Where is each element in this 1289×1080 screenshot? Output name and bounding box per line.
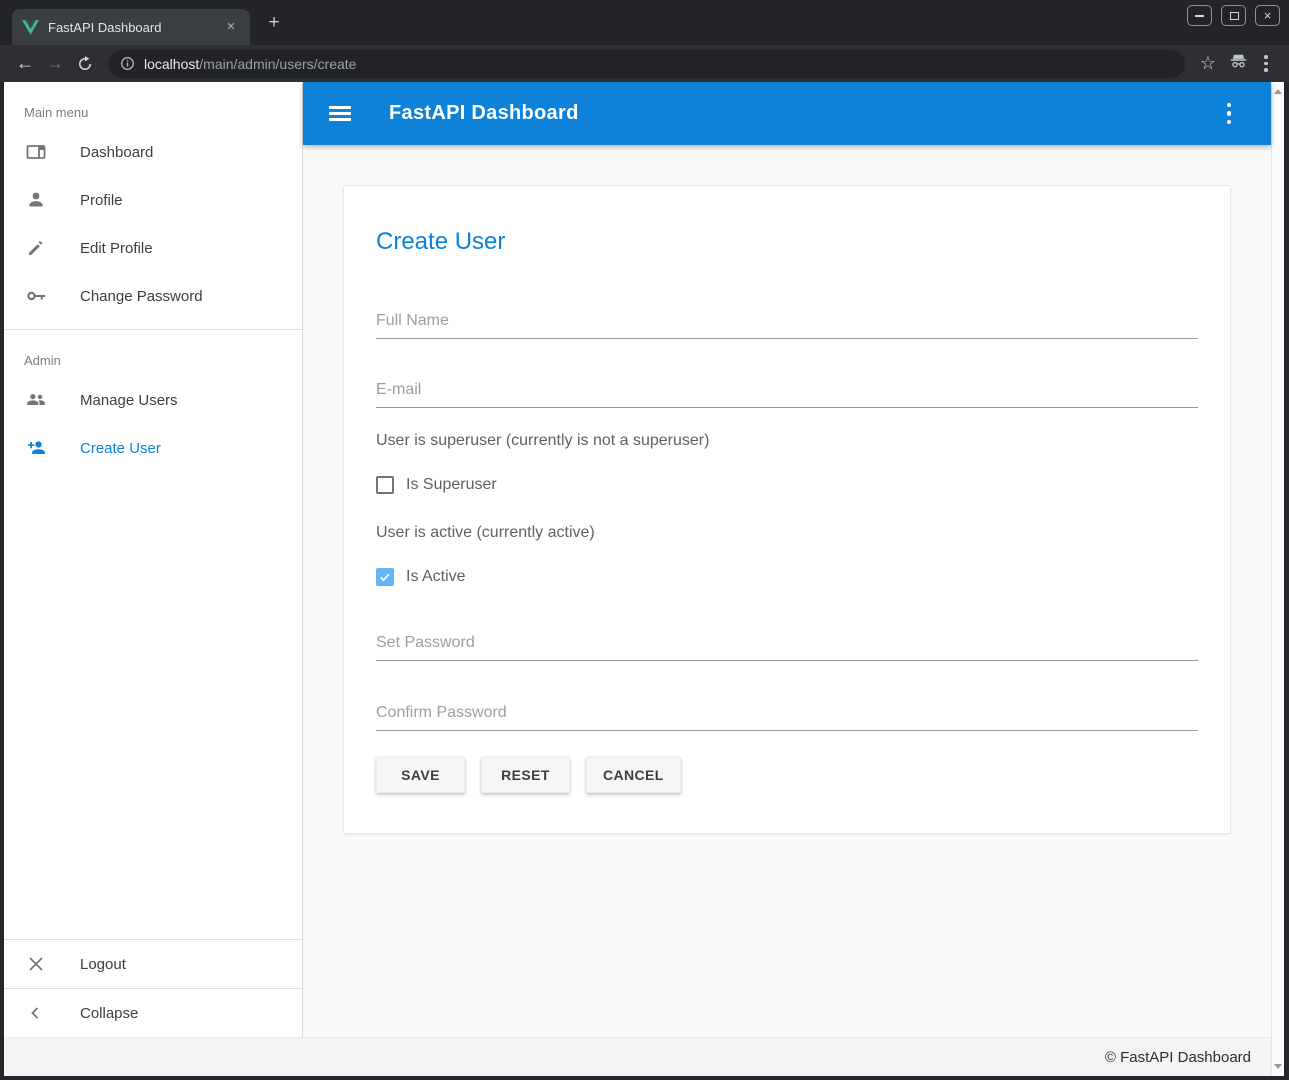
set-password-label: Set Password	[376, 634, 475, 651]
dashboard-icon	[24, 140, 48, 164]
sidebar-section-main-menu: Main menu	[4, 82, 302, 128]
set-password-field[interactable]: Set Password	[376, 634, 1198, 661]
window-minimize-button[interactable]	[1187, 5, 1212, 26]
window-maximize-button[interactable]	[1221, 5, 1246, 26]
sidebar-item-label: Dashboard	[80, 144, 153, 161]
sidebar-item-label: Edit Profile	[80, 240, 153, 257]
page-footer: © FastAPI Dashboard	[4, 1037, 1271, 1076]
browser-tab-strip: FastAPI Dashboard × + ×	[0, 0, 1289, 45]
main-area: FastAPI Dashboard Create User Full Name …	[303, 82, 1271, 1037]
sidebar-item-logout[interactable]: Logout	[4, 940, 302, 988]
sidebar-item-label: Manage Users	[80, 392, 178, 409]
sidebar-item-dashboard[interactable]: Dashboard	[4, 128, 302, 176]
is-superuser-label: Is Superuser	[406, 476, 497, 494]
sidebar-section-admin: Admin	[4, 330, 302, 376]
cancel-button[interactable]: CANCEL	[586, 757, 681, 793]
logout-x-icon	[24, 952, 48, 976]
back-button[interactable]: ←	[10, 53, 40, 74]
page-title: Create User	[376, 228, 1198, 256]
active-hint: User is active (currently active)	[376, 524, 1198, 542]
page-viewport: Main menu Dashboard	[4, 82, 1284, 1076]
browser-toolbar: ← → localhost/main/admin/users/create ☆	[0, 45, 1289, 82]
browser-window: FastAPI Dashboard × + × ← → localhost/ma…	[0, 0, 1289, 1080]
is-superuser-checkbox[interactable]	[376, 476, 394, 494]
window-controls: ×	[1187, 5, 1280, 26]
sidebar-item-label: Create User	[80, 440, 161, 457]
hamburger-menu-icon[interactable]	[329, 103, 351, 125]
bookmark-star-icon[interactable]: ☆	[1193, 53, 1223, 74]
create-user-card: Create User Full Name E-mail User is sup…	[343, 185, 1231, 834]
browser-tab[interactable]: FastAPI Dashboard ×	[12, 9, 250, 45]
new-tab-button[interactable]: +	[262, 11, 286, 35]
vue-logo-icon	[22, 20, 39, 35]
address-bar[interactable]: localhost/main/admin/users/create	[108, 50, 1185, 78]
sidebar-item-create-user[interactable]: Create User	[4, 424, 302, 472]
tab-title: FastAPI Dashboard	[48, 20, 222, 35]
sidebar-item-label: Collapse	[80, 1005, 138, 1022]
full-name-label: Full Name	[376, 312, 449, 329]
browser-menu-button[interactable]	[1253, 55, 1279, 72]
confirm-password-field[interactable]: Confirm Password	[376, 704, 1198, 731]
forward-button[interactable]: →	[40, 53, 70, 74]
chevron-left-icon	[24, 1001, 48, 1025]
window-close-button[interactable]: ×	[1255, 5, 1280, 26]
sidebar-spacer	[4, 472, 302, 939]
button-row: SAVE RESET CANCEL	[376, 757, 1198, 793]
email-field[interactable]: E-mail	[376, 381, 1198, 408]
minimize-icon	[1195, 15, 1204, 17]
email-label: E-mail	[376, 381, 421, 398]
sidebar-item-label: Profile	[80, 192, 123, 209]
confirm-password-label: Confirm Password	[376, 704, 507, 721]
save-button[interactable]: SAVE	[376, 757, 465, 793]
sidebar-item-label: Change Password	[80, 288, 203, 305]
is-superuser-row: Is Superuser	[376, 476, 1198, 494]
key-icon	[24, 284, 48, 308]
full-name-field[interactable]: Full Name	[376, 312, 1198, 339]
is-active-row: Is Active	[376, 568, 1198, 586]
tab-close-icon[interactable]: ×	[222, 18, 240, 36]
url-host: localhost	[144, 56, 199, 72]
incognito-icon	[1223, 51, 1253, 77]
sidebar-item-collapse[interactable]: Collapse	[4, 989, 302, 1037]
is-active-checkbox[interactable]	[376, 568, 394, 586]
people-icon	[24, 388, 48, 412]
content-area: Create User Full Name E-mail User is sup…	[303, 145, 1271, 1037]
scroll-down-arrow-icon[interactable]	[1274, 1064, 1282, 1069]
appbar-title: FastAPI Dashboard	[389, 102, 1217, 125]
sidebar: Main menu Dashboard	[4, 82, 303, 1037]
sidebar-item-edit-profile[interactable]: Edit Profile	[4, 224, 302, 272]
sidebar-item-manage-users[interactable]: Manage Users	[4, 376, 302, 424]
sidebar-item-profile[interactable]: Profile	[4, 176, 302, 224]
appbar-menu-button[interactable]	[1217, 103, 1241, 124]
sidebar-item-change-password[interactable]: Change Password	[4, 272, 302, 320]
site-info-icon[interactable]	[120, 56, 135, 71]
person-add-icon	[24, 436, 48, 460]
close-icon: ×	[1256, 6, 1279, 25]
url-path: /main/admin/users/create	[199, 56, 356, 72]
is-active-label: Is Active	[406, 568, 466, 586]
pencil-icon	[24, 236, 48, 260]
sidebar-item-label: Logout	[80, 956, 126, 973]
copyright-text: © FastAPI Dashboard	[1105, 1049, 1251, 1066]
reload-button[interactable]	[70, 53, 100, 74]
app-bar: FastAPI Dashboard	[303, 82, 1271, 145]
reset-button[interactable]: RESET	[481, 757, 570, 793]
superuser-hint: User is superuser (currently is not a su…	[376, 432, 1198, 450]
page-scrollbar[interactable]	[1271, 82, 1284, 1076]
maximize-icon	[1230, 12, 1239, 20]
scroll-up-arrow-icon[interactable]	[1274, 89, 1282, 94]
person-icon	[24, 188, 48, 212]
